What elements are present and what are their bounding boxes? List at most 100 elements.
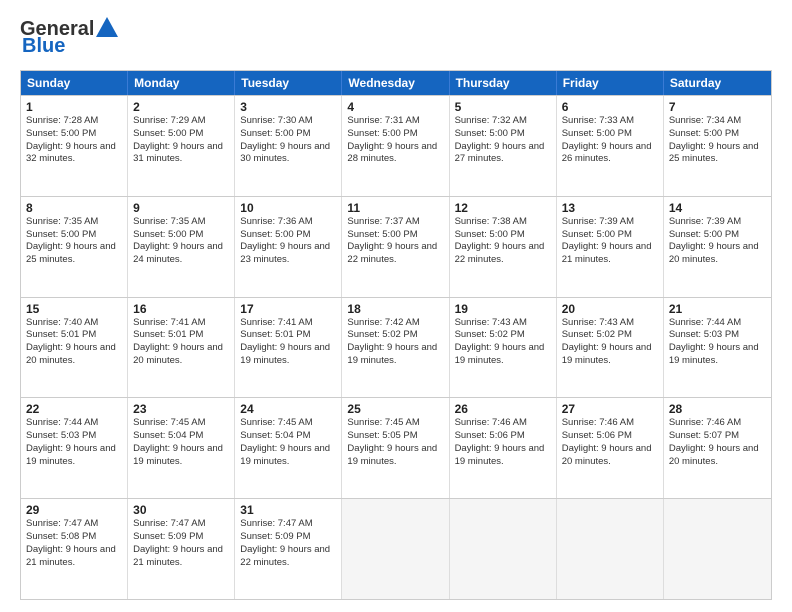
calendar-header-cell: Thursday xyxy=(450,71,557,95)
day-info: Sunrise: 7:43 AM Sunset: 5:02 PM Dayligh… xyxy=(455,317,551,368)
day-number: 3 xyxy=(240,100,336,114)
day-number: 22 xyxy=(26,402,122,416)
calendar-cell: 17Sunrise: 7:41 AM Sunset: 5:01 PM Dayli… xyxy=(235,298,342,398)
logo: General Blue xyxy=(20,18,118,58)
day-number: 31 xyxy=(240,503,336,517)
calendar-cell: 4Sunrise: 7:31 AM Sunset: 5:00 PM Daylig… xyxy=(342,96,449,196)
day-info: Sunrise: 7:46 AM Sunset: 5:06 PM Dayligh… xyxy=(455,417,551,468)
day-info: Sunrise: 7:31 AM Sunset: 5:00 PM Dayligh… xyxy=(347,115,443,166)
calendar-cell: 7Sunrise: 7:34 AM Sunset: 5:00 PM Daylig… xyxy=(664,96,771,196)
day-number: 2 xyxy=(133,100,229,114)
day-info: Sunrise: 7:45 AM Sunset: 5:05 PM Dayligh… xyxy=(347,417,443,468)
calendar-cell: 21Sunrise: 7:44 AM Sunset: 5:03 PM Dayli… xyxy=(664,298,771,398)
calendar-cell: 31Sunrise: 7:47 AM Sunset: 5:09 PM Dayli… xyxy=(235,499,342,599)
day-info: Sunrise: 7:40 AM Sunset: 5:01 PM Dayligh… xyxy=(26,317,122,368)
day-info: Sunrise: 7:44 AM Sunset: 5:03 PM Dayligh… xyxy=(669,317,766,368)
day-number: 25 xyxy=(347,402,443,416)
calendar-cell: 11Sunrise: 7:37 AM Sunset: 5:00 PM Dayli… xyxy=(342,197,449,297)
day-number: 14 xyxy=(669,201,766,215)
calendar-cell: 3Sunrise: 7:30 AM Sunset: 5:00 PM Daylig… xyxy=(235,96,342,196)
calendar-cell: 12Sunrise: 7:38 AM Sunset: 5:00 PM Dayli… xyxy=(450,197,557,297)
day-info: Sunrise: 7:39 AM Sunset: 5:00 PM Dayligh… xyxy=(669,216,766,267)
logo-blue: Blue xyxy=(22,35,65,58)
day-number: 29 xyxy=(26,503,122,517)
day-number: 26 xyxy=(455,402,551,416)
day-number: 11 xyxy=(347,201,443,215)
day-info: Sunrise: 7:47 AM Sunset: 5:09 PM Dayligh… xyxy=(133,518,229,569)
calendar-cell: 28Sunrise: 7:46 AM Sunset: 5:07 PM Dayli… xyxy=(664,398,771,498)
calendar-cell: 5Sunrise: 7:32 AM Sunset: 5:00 PM Daylig… xyxy=(450,96,557,196)
day-number: 5 xyxy=(455,100,551,114)
calendar-body: 1Sunrise: 7:28 AM Sunset: 5:00 PM Daylig… xyxy=(21,95,771,599)
day-number: 21 xyxy=(669,302,766,316)
day-number: 18 xyxy=(347,302,443,316)
calendar-cell: 9Sunrise: 7:35 AM Sunset: 5:00 PM Daylig… xyxy=(128,197,235,297)
day-info: Sunrise: 7:35 AM Sunset: 5:00 PM Dayligh… xyxy=(26,216,122,267)
calendar-cell xyxy=(450,499,557,599)
calendar-cell xyxy=(342,499,449,599)
calendar-header-cell: Saturday xyxy=(664,71,771,95)
day-number: 19 xyxy=(455,302,551,316)
calendar-week: 15Sunrise: 7:40 AM Sunset: 5:01 PM Dayli… xyxy=(21,297,771,398)
day-number: 20 xyxy=(562,302,658,316)
day-number: 8 xyxy=(26,201,122,215)
day-info: Sunrise: 7:43 AM Sunset: 5:02 PM Dayligh… xyxy=(562,317,658,368)
day-info: Sunrise: 7:34 AM Sunset: 5:00 PM Dayligh… xyxy=(669,115,766,166)
day-info: Sunrise: 7:37 AM Sunset: 5:00 PM Dayligh… xyxy=(347,216,443,267)
calendar-week: 8Sunrise: 7:35 AM Sunset: 5:00 PM Daylig… xyxy=(21,196,771,297)
day-info: Sunrise: 7:33 AM Sunset: 5:00 PM Dayligh… xyxy=(562,115,658,166)
calendar-cell: 30Sunrise: 7:47 AM Sunset: 5:09 PM Dayli… xyxy=(128,499,235,599)
calendar-header: SundayMondayTuesdayWednesdayThursdayFrid… xyxy=(21,71,771,95)
calendar-cell xyxy=(664,499,771,599)
calendar-cell: 26Sunrise: 7:46 AM Sunset: 5:06 PM Dayli… xyxy=(450,398,557,498)
day-number: 27 xyxy=(562,402,658,416)
day-info: Sunrise: 7:41 AM Sunset: 5:01 PM Dayligh… xyxy=(240,317,336,368)
day-number: 16 xyxy=(133,302,229,316)
day-info: Sunrise: 7:46 AM Sunset: 5:06 PM Dayligh… xyxy=(562,417,658,468)
calendar-week: 1Sunrise: 7:28 AM Sunset: 5:00 PM Daylig… xyxy=(21,95,771,196)
day-info: Sunrise: 7:32 AM Sunset: 5:00 PM Dayligh… xyxy=(455,115,551,166)
day-number: 13 xyxy=(562,201,658,215)
calendar-cell: 22Sunrise: 7:44 AM Sunset: 5:03 PM Dayli… xyxy=(21,398,128,498)
day-number: 24 xyxy=(240,402,336,416)
header: General Blue xyxy=(20,18,772,58)
day-number: 23 xyxy=(133,402,229,416)
day-info: Sunrise: 7:35 AM Sunset: 5:00 PM Dayligh… xyxy=(133,216,229,267)
calendar-cell: 8Sunrise: 7:35 AM Sunset: 5:00 PM Daylig… xyxy=(21,197,128,297)
calendar-cell: 13Sunrise: 7:39 AM Sunset: 5:00 PM Dayli… xyxy=(557,197,664,297)
day-number: 28 xyxy=(669,402,766,416)
calendar-cell: 24Sunrise: 7:45 AM Sunset: 5:04 PM Dayli… xyxy=(235,398,342,498)
day-info: Sunrise: 7:47 AM Sunset: 5:08 PM Dayligh… xyxy=(26,518,122,569)
calendar: SundayMondayTuesdayWednesdayThursdayFrid… xyxy=(20,70,772,600)
day-number: 12 xyxy=(455,201,551,215)
calendar-cell: 16Sunrise: 7:41 AM Sunset: 5:01 PM Dayli… xyxy=(128,298,235,398)
calendar-cell xyxy=(557,499,664,599)
calendar-cell: 19Sunrise: 7:43 AM Sunset: 5:02 PM Dayli… xyxy=(450,298,557,398)
calendar-cell: 27Sunrise: 7:46 AM Sunset: 5:06 PM Dayli… xyxy=(557,398,664,498)
day-number: 1 xyxy=(26,100,122,114)
calendar-cell: 10Sunrise: 7:36 AM Sunset: 5:00 PM Dayli… xyxy=(235,197,342,297)
day-number: 17 xyxy=(240,302,336,316)
calendar-header-cell: Tuesday xyxy=(235,71,342,95)
day-info: Sunrise: 7:30 AM Sunset: 5:00 PM Dayligh… xyxy=(240,115,336,166)
day-info: Sunrise: 7:46 AM Sunset: 5:07 PM Dayligh… xyxy=(669,417,766,468)
day-info: Sunrise: 7:45 AM Sunset: 5:04 PM Dayligh… xyxy=(133,417,229,468)
day-info: Sunrise: 7:38 AM Sunset: 5:00 PM Dayligh… xyxy=(455,216,551,267)
calendar-cell: 14Sunrise: 7:39 AM Sunset: 5:00 PM Dayli… xyxy=(664,197,771,297)
calendar-week: 29Sunrise: 7:47 AM Sunset: 5:08 PM Dayli… xyxy=(21,498,771,599)
calendar-cell: 20Sunrise: 7:43 AM Sunset: 5:02 PM Dayli… xyxy=(557,298,664,398)
day-number: 15 xyxy=(26,302,122,316)
day-number: 30 xyxy=(133,503,229,517)
day-info: Sunrise: 7:45 AM Sunset: 5:04 PM Dayligh… xyxy=(240,417,336,468)
day-info: Sunrise: 7:36 AM Sunset: 5:00 PM Dayligh… xyxy=(240,216,336,267)
day-info: Sunrise: 7:44 AM Sunset: 5:03 PM Dayligh… xyxy=(26,417,122,468)
day-info: Sunrise: 7:28 AM Sunset: 5:00 PM Dayligh… xyxy=(26,115,122,166)
calendar-cell: 29Sunrise: 7:47 AM Sunset: 5:08 PM Dayli… xyxy=(21,499,128,599)
day-info: Sunrise: 7:47 AM Sunset: 5:09 PM Dayligh… xyxy=(240,518,336,569)
day-info: Sunrise: 7:29 AM Sunset: 5:00 PM Dayligh… xyxy=(133,115,229,166)
calendar-header-cell: Sunday xyxy=(21,71,128,95)
day-number: 7 xyxy=(669,100,766,114)
calendar-header-cell: Wednesday xyxy=(342,71,449,95)
day-number: 10 xyxy=(240,201,336,215)
calendar-week: 22Sunrise: 7:44 AM Sunset: 5:03 PM Dayli… xyxy=(21,397,771,498)
